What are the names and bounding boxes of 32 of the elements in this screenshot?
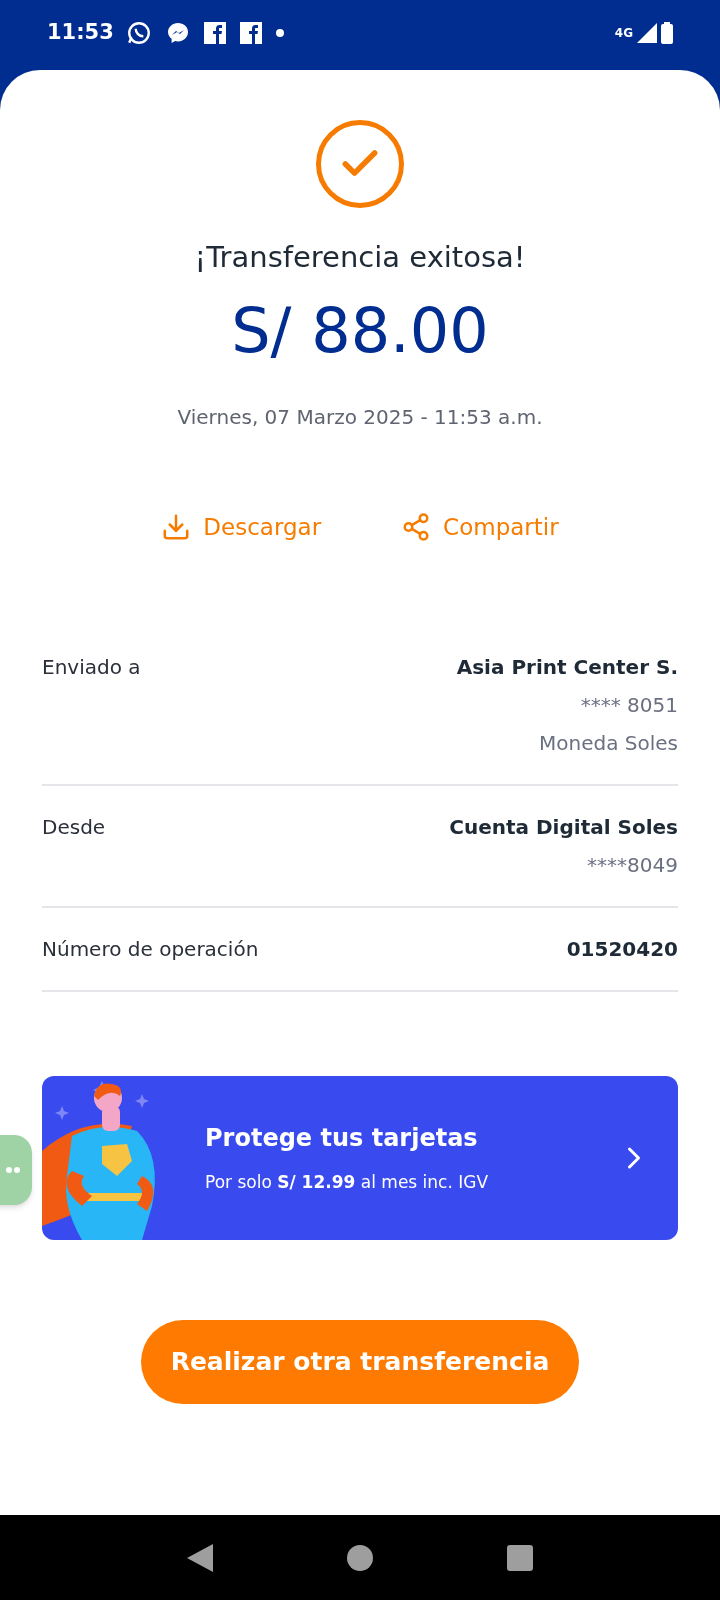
detail-value: Moneda Soles <box>539 730 678 757</box>
dot-icon <box>275 29 284 37</box>
detail-value: ****8049 <box>587 852 678 879</box>
recents-icon <box>507 1544 533 1571</box>
success-check-icon <box>316 120 404 208</box>
detail-value: **** 8051 <box>580 692 678 719</box>
detail-value: Cuenta Digital Soles <box>449 814 678 841</box>
signal-icon <box>637 23 657 43</box>
detail-label: Desde <box>42 814 106 841</box>
promo-subtitle: Por solo S/ 12.99 al mes inc. IGV <box>205 1171 490 1195</box>
battery-icon <box>661 22 673 44</box>
back-icon <box>187 1543 213 1572</box>
home-icon <box>347 1544 373 1571</box>
detail-label: Número de operación <box>42 936 259 963</box>
status-time: 11:53 <box>47 19 114 47</box>
detail-value: Asia Print Center S. <box>456 654 678 681</box>
transfer-amount: S/ 88.00 <box>231 299 489 362</box>
detail-label: Enviado a <box>42 654 141 681</box>
network-type: 4G <box>614 25 633 42</box>
new-transfer-button[interactable]: Realizar otra transferencia <box>141 1320 579 1404</box>
share-button[interactable]: Compartir <box>401 509 559 544</box>
chat-bubble-icon <box>165 21 190 45</box>
download-button[interactable]: Descargar <box>161 509 322 544</box>
square-logo-icon <box>239 22 262 44</box>
chat-bubble-icon <box>125 20 152 46</box>
square-logo-icon <box>203 22 226 44</box>
promo-title: Protege tus tarjetas <box>205 1123 479 1155</box>
success-title: ¡Transferencia exitosa! <box>194 239 526 276</box>
dots-icon <box>6 1167 20 1173</box>
promo-banner[interactable]: Protege tus tarjetas Por solo S/ 12.99 al mes inc. IGV <box>42 1076 678 1240</box>
detail-value: 01520420 <box>566 936 678 963</box>
transfer-datetime: Viernes, 07 Marzo 2025 - 11:53 a.m. <box>177 403 543 431</box>
